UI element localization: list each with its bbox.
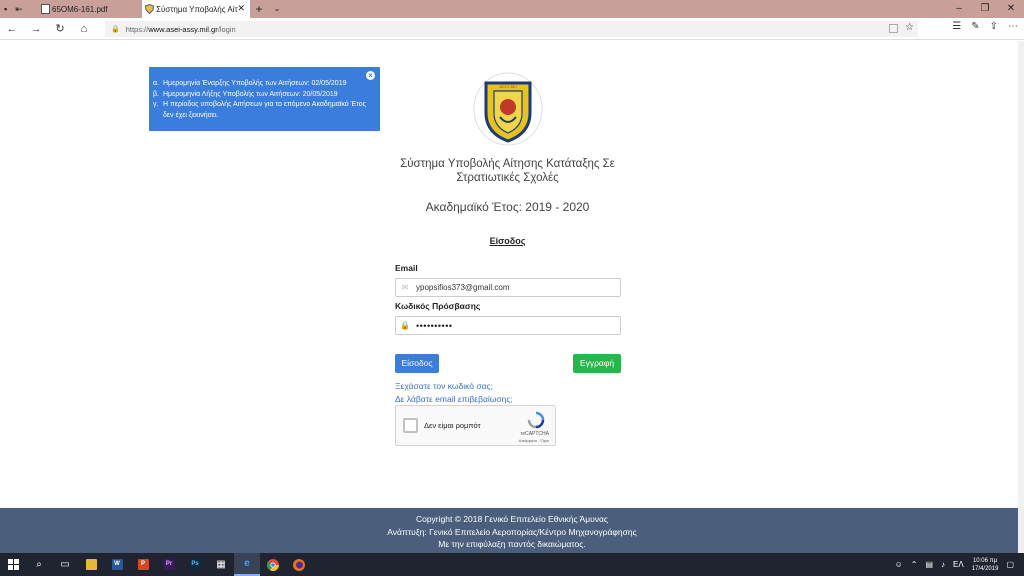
word-icon[interactable]: W [104,553,130,576]
footer-developer: Ανάπτυξη: Γενικό Επιτελείο Αεροπορίας/Κέ… [387,526,637,537]
edge-browser-icon[interactable]: e [234,553,260,576]
email-label: Email [395,263,418,273]
footer-scrollbar [1018,508,1024,553]
maximize-icon[interactable]: ❐ [972,0,998,18]
more-options-icon[interactable]: ⋯ [1008,21,1018,32]
url-host: www.asei-assy.mil.gr [148,24,218,34]
calculator-icon[interactable]: ▦ [208,553,234,576]
clock-time: 10:06 πμ [972,557,998,564]
recaptcha-logo-icon [527,411,545,429]
pen-notes-icon[interactable]: ✎ [971,21,979,32]
lock-icon: 🔒 [400,321,410,330]
page-content: α. Ημερομηνία Έναρξης Υποβολής των Αιτήσ… [0,41,1024,508]
volume-icon[interactable]: ♪ [941,560,945,569]
tab-active-login[interactable]: Σύστημα Υποβολής Αίτ ✕ [142,0,250,18]
task-view-icon[interactable]: ▭ [52,553,78,576]
login-button[interactable]: Είσοδος [395,354,439,373]
page-title: Σύστημα Υποβολής Αίτησης Κατάταξης Σε Στ… [400,158,615,184]
tab-preview-icon[interactable]: ▪ [4,4,7,14]
info-alert: α. Ημερομηνία Έναρξης Υποβολής των Αιτήσ… [149,67,380,131]
tab-pdf[interactable]: 65ΟΜ6-161.pdf [38,0,142,18]
address-bar: ← → ↻ ⌂ 🔒 https://www.asei-assy.mil.gr/l… [0,18,1024,40]
forward-icon[interactable]: → [24,23,48,35]
minimize-icon[interactable]: – [946,0,972,18]
close-window-icon[interactable]: ✕ [998,0,1024,18]
recaptcha-brand: reCAPTCHA [520,431,549,437]
search-icon[interactable]: ⌕ [26,553,52,576]
share-icon[interactable]: ⇪ [990,21,998,32]
logo-text: ΑΣΣΥ ΑΕΙ [499,84,517,89]
alert-item: γ. Η περίοδος υποβολής Αιτήσεων για το ε… [153,101,367,119]
page-footer: Copyright © 2018 Γενικό Επιτελείο Εθνική… [0,508,1024,553]
chrome-icon[interactable] [260,553,286,576]
back-icon[interactable]: ← [0,23,24,35]
footer-rights: Με την επιφύλαξη παντός δικαιώματος. [438,539,586,549]
alert-item: α. Ημερομηνία Έναρξης Υποβολής των Αιτήσ… [153,80,347,87]
language-indicator[interactable]: ΕΛ [953,560,964,569]
academic-year: Ακαδημαϊκό Έτος: 2019 - 2020 [425,200,590,214]
password-label: Κωδικός Πρόσβασης [395,301,481,311]
register-button[interactable]: Εγγραφή [573,354,621,373]
firefox-icon[interactable] [286,553,312,576]
lock-icon: 🔒 [111,26,120,33]
premiere-icon[interactable]: Pr [156,553,182,576]
page-scrollbar[interactable] [1018,41,1024,508]
reading-view-icon[interactable] [889,24,898,33]
refresh-icon[interactable]: ↻ [48,22,72,35]
recaptcha-checkbox[interactable] [403,418,418,433]
photoshop-icon[interactable]: Ps [182,553,208,576]
tab-bar-tools: ▪ ⇤ [0,0,38,18]
windows-start-icon[interactable] [0,553,26,576]
alert-item: β. Ημερομηνία Λήξης Υποβολής των Αιτήσεω… [153,90,338,98]
recaptcha-label: Δεν είμαι ρομπότ [424,421,481,430]
clock-date: 17/4/2019 [971,565,999,572]
favorites-hub-icon[interactable]: ☰ [952,21,961,32]
new-tab-icon[interactable]: + [250,0,268,18]
tab-title: Σύστημα Υποβολής Αίτ [156,4,238,14]
resend-confirmation-link[interactable]: Δε λάβατε email επιβεβαίωσης; [395,394,513,404]
browser-tools: ☰ ✎ ⇪ ⋯ [952,21,1018,32]
pdf-file-icon [41,4,50,14]
url-path: /login [217,24,236,34]
network-icon[interactable]: ▤ [925,560,933,569]
envelope-icon: ✉ [401,283,409,292]
password-field[interactable]: 🔒 •••••••••• [395,316,621,335]
file-explorer-icon[interactable] [78,553,104,576]
footer-copyright: Copyright © 2018 Γενικό Επιτελείο Εθνική… [415,514,609,524]
alert-close-icon[interactable]: × [366,71,375,80]
email-field[interactable]: ✉ ypopsifios373@gmail.com [395,278,621,297]
tab-title: 65ΟΜ6-161.pdf [52,4,108,14]
set-aside-tabs-icon[interactable]: ⇤ [15,4,23,14]
recaptcha-widget: Δεν είμαι ρομπότ reCAPTCHA Απόρρητο - Όρ… [395,405,556,446]
academy-logo: ΑΣΣΥ ΑΕΙ [473,72,543,146]
system-tray: ☺ ⌃ ▤ ♪ ΕΛ 10:06 πμ 17/4/2019 ▢ [895,557,1024,573]
password-value: •••••••••• [416,320,453,331]
chevron-down-icon[interactable]: ⌄ [268,0,286,18]
show-hidden-icons[interactable]: ⌃ [911,560,918,569]
url-input[interactable]: 🔒 https://www.asei-assy.mil.gr/login ☆ [105,21,918,37]
url-prefix: https:// [125,24,149,34]
home-icon[interactable]: ⌂ [72,23,96,35]
forgot-password-link[interactable]: Ξεχάσατε τον κωδικό σας; [395,381,493,391]
site-shield-icon [145,4,154,14]
login-heading: Είσοδος [489,236,526,246]
recaptcha-terms-link[interactable]: Απόρρητο - Όροι [519,438,549,443]
email-value: ypopsifios373@gmail.com [416,283,510,292]
notifications-icon[interactable]: ▢ [1006,560,1014,569]
clock[interactable]: 10:06 πμ 17/4/2019 [972,557,999,573]
windows-taskbar: ⌕ ▭ W P Pr Ps ▦ e ☺ ⌃ ▤ ♪ ΕΛ 10:06 πμ 17… [0,553,1024,576]
people-icon[interactable]: ☺ [895,560,903,569]
powerpoint-icon[interactable]: P [130,553,156,576]
browser-tab-bar: ▪ ⇤ 65ΟΜ6-161.pdf Σύστημα Υποβολής Αίτ ✕… [0,0,1024,18]
favorite-star-icon[interactable]: ☆ [905,22,914,33]
close-tab-icon[interactable]: ✕ [237,3,245,14]
window-controls: – ❐ ✕ [946,0,1024,18]
